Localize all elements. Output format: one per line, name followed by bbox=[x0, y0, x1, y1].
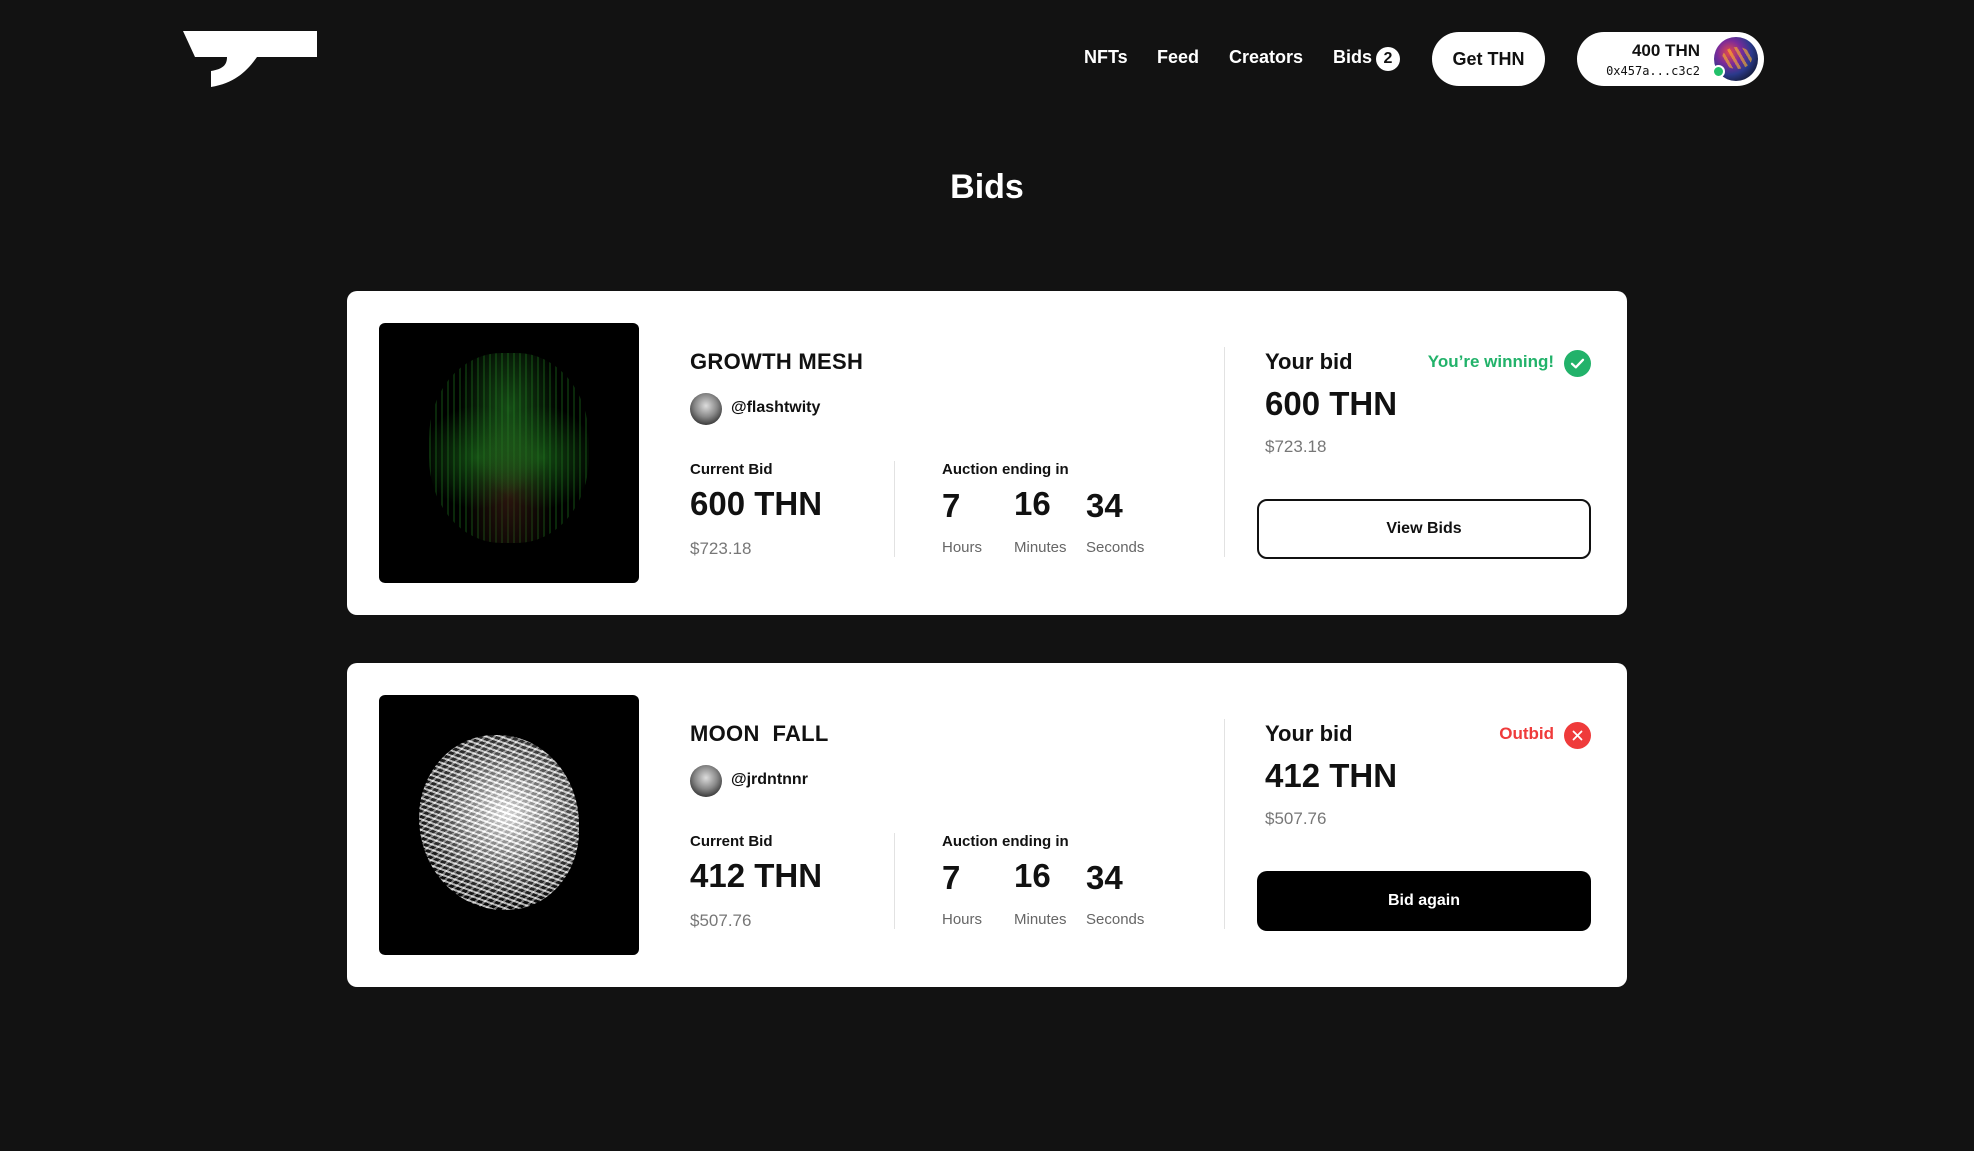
countdown-seconds: 34 bbox=[1086, 487, 1123, 524]
countdown-hours: 7 bbox=[942, 487, 961, 524]
your-bid-value: 412 THN bbox=[1265, 757, 1398, 794]
current-bid-value: 600 THN bbox=[690, 485, 823, 522]
logo-icon[interactable] bbox=[183, 31, 317, 87]
view-bids-button[interactable]: View Bids bbox=[1257, 499, 1591, 559]
your-bid-usd: $507.76 bbox=[1265, 809, 1327, 828]
bid-card: MOON FALL @jrdntnnr Current Bid 412 THN … bbox=[347, 663, 1627, 987]
hours-label: Hours bbox=[942, 539, 983, 556]
creator-handle[interactable]: @flashtwity bbox=[731, 399, 820, 417]
current-bid-usd: $507.76 bbox=[690, 911, 752, 930]
current-bid-usd: $723.18 bbox=[690, 539, 752, 558]
get-thn-button[interactable]: Get THN bbox=[1432, 32, 1545, 86]
nft-artwork bbox=[429, 353, 589, 543]
nft-title: MOON FALL bbox=[690, 721, 829, 746]
divider bbox=[894, 833, 895, 929]
countdown-hours: 7 bbox=[942, 859, 961, 896]
your-bid-usd: $723.18 bbox=[1265, 437, 1327, 456]
online-status-dot bbox=[1712, 65, 1725, 78]
wallet-address: 0x457a...c3c2 bbox=[1606, 64, 1700, 78]
nft-thumbnail[interactable] bbox=[379, 323, 639, 583]
minutes-label: Minutes bbox=[1014, 911, 1067, 928]
divider bbox=[1224, 719, 1225, 929]
divider bbox=[894, 461, 895, 557]
creator-avatar[interactable] bbox=[690, 393, 722, 425]
creator-avatar[interactable] bbox=[690, 765, 722, 797]
countdown-minutes: 16 bbox=[1014, 485, 1051, 522]
auction-label: Auction ending in bbox=[942, 833, 1069, 850]
nft-thumbnail[interactable] bbox=[379, 695, 639, 955]
nft-artwork bbox=[419, 735, 579, 910]
check-icon bbox=[1564, 350, 1591, 377]
your-bid-label: Your bid bbox=[1265, 349, 1353, 374]
your-bid-value: 600 THN bbox=[1265, 385, 1398, 422]
top-header: NFTs Feed Creators Bids 2 Get THN 400 TH… bbox=[0, 0, 1974, 120]
nav-creators[interactable]: Creators bbox=[1229, 47, 1303, 68]
hours-label: Hours bbox=[942, 911, 983, 928]
your-bid-label: Your bid bbox=[1265, 721, 1353, 746]
wallet-button[interactable]: 400 THN 0x457a...c3c2 bbox=[1577, 32, 1764, 86]
countdown-seconds: 34 bbox=[1086, 859, 1123, 896]
divider bbox=[1224, 347, 1225, 557]
countdown-minutes: 16 bbox=[1014, 857, 1051, 894]
bids-count-badge: 2 bbox=[1376, 47, 1400, 71]
minutes-label: Minutes bbox=[1014, 539, 1067, 556]
seconds-label: Seconds bbox=[1086, 539, 1145, 556]
status-outbid: Outbid bbox=[1499, 724, 1554, 743]
bid-again-button[interactable]: Bid again bbox=[1257, 871, 1591, 931]
nft-title: GROWTH MESH bbox=[690, 349, 864, 374]
creator-handle[interactable]: @jrdntnnr bbox=[731, 771, 808, 789]
wallet-balance: 400 THN bbox=[1631, 41, 1700, 60]
current-bid-value: 412 THN bbox=[690, 857, 823, 894]
status-winning: You’re winning! bbox=[1427, 352, 1554, 371]
current-bid-label: Current Bid bbox=[690, 833, 773, 850]
auction-label: Auction ending in bbox=[942, 461, 1069, 478]
seconds-label: Seconds bbox=[1086, 911, 1145, 928]
current-bid-label: Current Bid bbox=[690, 461, 773, 478]
nav-feed[interactable]: Feed bbox=[1157, 47, 1199, 68]
page-title: Bids bbox=[950, 168, 1024, 206]
bid-card: GROWTH MESH @flashtwity Current Bid 600 … bbox=[347, 291, 1627, 615]
nav-bids[interactable]: Bids bbox=[1333, 47, 1372, 68]
nav-nfts[interactable]: NFTs bbox=[1084, 47, 1128, 68]
close-icon bbox=[1564, 722, 1591, 749]
